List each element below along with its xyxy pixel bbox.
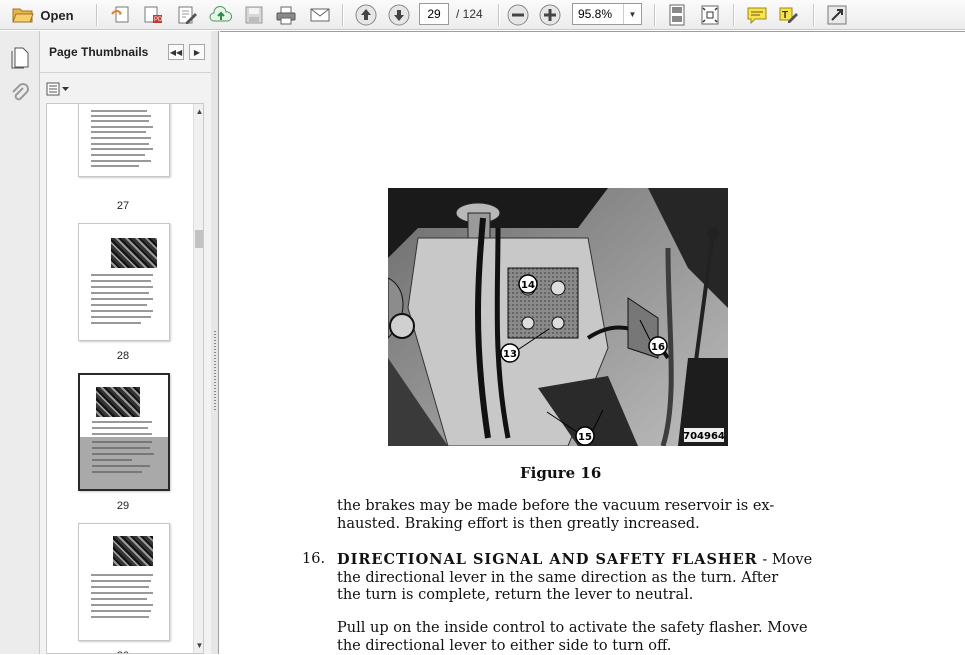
pages-icon	[10, 47, 30, 69]
paperclip-icon	[10, 83, 30, 105]
text-line: the brakes may be made before the vacuum…	[337, 498, 774, 516]
edit-pencil-icon	[176, 5, 198, 25]
fit-width-icon	[700, 4, 720, 26]
export-pdf-icon: PDF	[142, 5, 164, 25]
thumbnail-scrollbar[interactable]: ▲ ▼	[193, 104, 204, 653]
open-label: Open	[40, 8, 73, 23]
chevron-right-icon: ▶	[194, 48, 200, 57]
thumbnails-panel: Page Thumbnails ◀◀ ▶ 27	[40, 31, 212, 654]
page-number-input[interactable]	[419, 3, 449, 25]
text-line: the directional lever to either side to …	[337, 638, 808, 655]
save-button[interactable]	[242, 3, 266, 27]
item-heading: DIRECTIONAL SIGNAL AND SAFETY FLASHER	[337, 551, 758, 568]
attachments-tab[interactable]	[8, 81, 32, 107]
email-button[interactable]	[306, 3, 334, 27]
thumbnail-page-27[interactable]	[78, 103, 170, 177]
arrow-down-circle-icon	[388, 4, 410, 26]
zoom-in-button[interactable]	[538, 3, 562, 27]
create-pdf-button[interactable]	[108, 3, 134, 27]
zoom-out-button[interactable]	[506, 3, 530, 27]
thumbnail-label: 28	[77, 350, 169, 362]
panel-title: Page Thumbnails	[49, 45, 148, 59]
page-total: / 124	[456, 7, 483, 21]
highlighter-icon: T	[778, 5, 800, 25]
main-toolbar: Open PDF	[0, 0, 965, 30]
scroll-down-icon[interactable]: ▼	[194, 640, 204, 652]
callout-13: 13	[503, 349, 517, 360]
next-page-button[interactable]	[387, 3, 411, 27]
zoom-input[interactable]	[573, 4, 623, 24]
print-button[interactable]	[273, 3, 299, 27]
figure-caption: Figure 16	[520, 464, 601, 482]
text-line: Pull up on the inside control to activat…	[337, 620, 808, 638]
folder-icon	[12, 6, 34, 24]
scrollbar-thumb[interactable]	[195, 230, 204, 248]
comment-bubble-icon	[746, 5, 768, 25]
export-pdf-button[interactable]: PDF	[140, 3, 166, 27]
save-disk-icon	[244, 5, 264, 25]
paragraph-brakes: the brakes may be made before the vacuum…	[337, 498, 774, 533]
paragraph-directional-signal: DIRECTIONAL SIGNAL AND SAFETY FLASHER - …	[337, 551, 812, 605]
page-thumbnails-tab[interactable]	[8, 45, 32, 71]
edit-pdf-button[interactable]	[174, 3, 200, 27]
callout-16: 16	[651, 342, 665, 353]
fit-page-icon	[667, 4, 687, 26]
minus-circle-icon	[507, 4, 529, 26]
collapse-panel-button[interactable]: ◀◀	[168, 44, 184, 60]
thumbnail-list[interactable]: 27 28 29	[46, 103, 204, 654]
close-panel-button[interactable]: ▶	[189, 44, 205, 60]
thumbnail-page-28[interactable]	[78, 223, 170, 341]
full-screen-button[interactable]	[697, 3, 723, 27]
expand-view-button[interactable]	[824, 3, 850, 27]
text-line: - Move	[758, 552, 812, 568]
panel-header: Page Thumbnails ◀◀ ▶	[40, 31, 212, 73]
text-line: hausted. Braking effort is then greatly …	[337, 516, 774, 534]
double-chevron-left-icon: ◀◀	[170, 48, 182, 57]
item-number: 16.	[302, 551, 325, 569]
cloud-upload-icon	[209, 5, 233, 25]
thumbnail-label: 30	[77, 650, 169, 654]
callout-14: 14	[521, 280, 535, 291]
svg-text:PDF: PDF	[154, 17, 164, 23]
open-button[interactable]: Open	[6, 3, 80, 27]
highlight-text-button[interactable]: T	[776, 3, 802, 27]
svg-text:T: T	[782, 10, 788, 21]
expand-arrows-icon	[826, 4, 848, 26]
options-menu-icon	[46, 81, 72, 97]
navigation-pane-bar	[0, 31, 40, 654]
envelope-icon	[309, 6, 331, 24]
arrow-up-circle-icon	[355, 4, 377, 26]
previous-page-button[interactable]	[354, 3, 378, 27]
thumbnail-label: 27	[77, 200, 169, 212]
zoom-select[interactable]: ▼	[572, 3, 642, 25]
text-line: the turn is complete, return the lever t…	[337, 587, 812, 605]
document-view[interactable]: 14 13 16 15 704964 Figure 16 the brakes …	[220, 31, 965, 654]
upload-cloud-button[interactable]	[207, 3, 235, 27]
comment-button[interactable]	[744, 3, 770, 27]
thumbnail-page-30[interactable]	[78, 523, 170, 641]
plus-circle-icon	[539, 4, 561, 26]
figure-photo: 14 13 16 15 704964	[388, 188, 728, 446]
thumbnail-options-button[interactable]	[46, 79, 74, 99]
paragraph-safety-flasher: Pull up on the inside control to activat…	[337, 620, 808, 655]
text-line: the directional lever in the same direct…	[337, 570, 812, 588]
callout-15: 15	[578, 432, 592, 443]
thumbnail-page-29[interactable]	[78, 373, 170, 491]
create-pdf-icon	[110, 5, 132, 25]
fit-page-button[interactable]	[664, 3, 690, 27]
thumbnail-label: 29	[77, 500, 169, 512]
figure-code: 704964	[683, 431, 725, 442]
panel-splitter[interactable]	[211, 31, 219, 654]
scroll-up-icon[interactable]: ▲	[194, 106, 204, 118]
printer-icon	[275, 5, 297, 25]
chevron-down-icon[interactable]: ▼	[623, 4, 641, 24]
